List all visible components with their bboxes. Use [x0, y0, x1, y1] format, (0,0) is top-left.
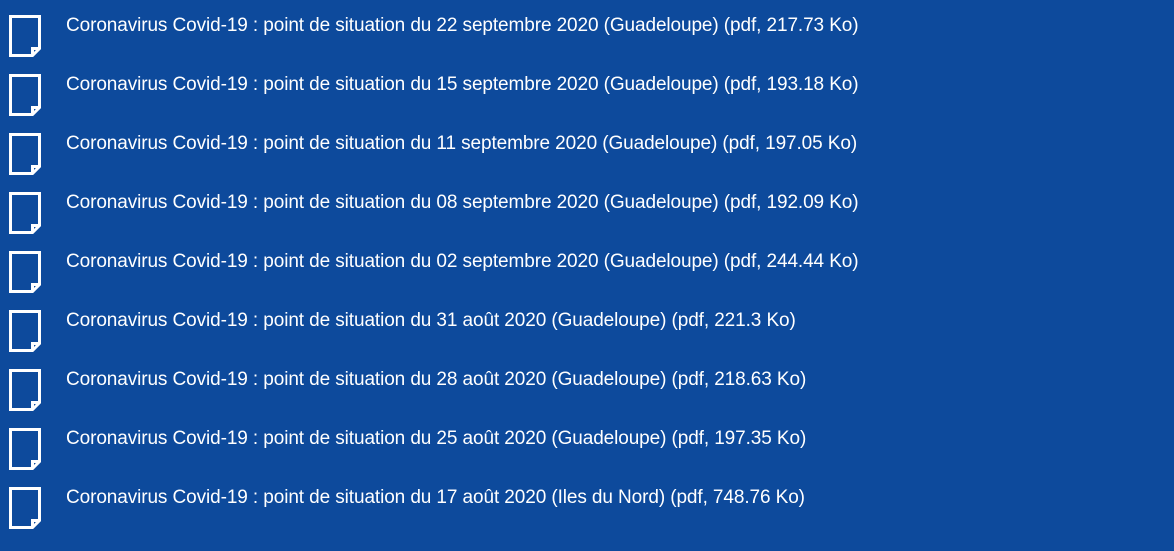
- document-link[interactable]: Coronavirus Covid-19 : point de situatio…: [66, 189, 859, 217]
- document-icon[interactable]: [8, 132, 42, 176]
- document-link[interactable]: Coronavirus Covid-19 : point de situatio…: [66, 425, 806, 453]
- document-link[interactable]: Coronavirus Covid-19 : point de situatio…: [66, 366, 806, 394]
- list-item: Coronavirus Covid-19 : point de situatio…: [0, 184, 1174, 234]
- document-link[interactable]: Coronavirus Covid-19 : point de situatio…: [66, 307, 796, 335]
- document-link[interactable]: Coronavirus Covid-19 : point de situatio…: [66, 248, 859, 276]
- document-link[interactable]: Coronavirus Covid-19 : point de situatio…: [66, 71, 859, 99]
- document-icon[interactable]: [8, 14, 42, 58]
- list-item: Coronavirus Covid-19 : point de situatio…: [0, 479, 1174, 529]
- list-item: Coronavirus Covid-19 : point de situatio…: [0, 7, 1174, 57]
- document-icon[interactable]: [8, 427, 42, 471]
- list-item: Coronavirus Covid-19 : point de situatio…: [0, 66, 1174, 116]
- document-icon[interactable]: [8, 486, 42, 530]
- document-link[interactable]: Coronavirus Covid-19 : point de situatio…: [66, 130, 857, 158]
- list-item: Coronavirus Covid-19 : point de situatio…: [0, 125, 1174, 175]
- document-icon[interactable]: [8, 73, 42, 117]
- document-icon[interactable]: [8, 368, 42, 412]
- list-item: Coronavirus Covid-19 : point de situatio…: [0, 243, 1174, 293]
- document-icon[interactable]: [8, 191, 42, 235]
- document-link[interactable]: Coronavirus Covid-19 : point de situatio…: [66, 484, 805, 512]
- list-item: Coronavirus Covid-19 : point de situatio…: [0, 302, 1174, 352]
- list-item: Coronavirus Covid-19 : point de situatio…: [0, 361, 1174, 411]
- document-icon[interactable]: [8, 309, 42, 353]
- document-icon[interactable]: [8, 250, 42, 294]
- list-item: Coronavirus Covid-19 : point de situatio…: [0, 420, 1174, 470]
- document-list: Coronavirus Covid-19 : point de situatio…: [0, 0, 1174, 551]
- document-link[interactable]: Coronavirus Covid-19 : point de situatio…: [66, 12, 859, 40]
